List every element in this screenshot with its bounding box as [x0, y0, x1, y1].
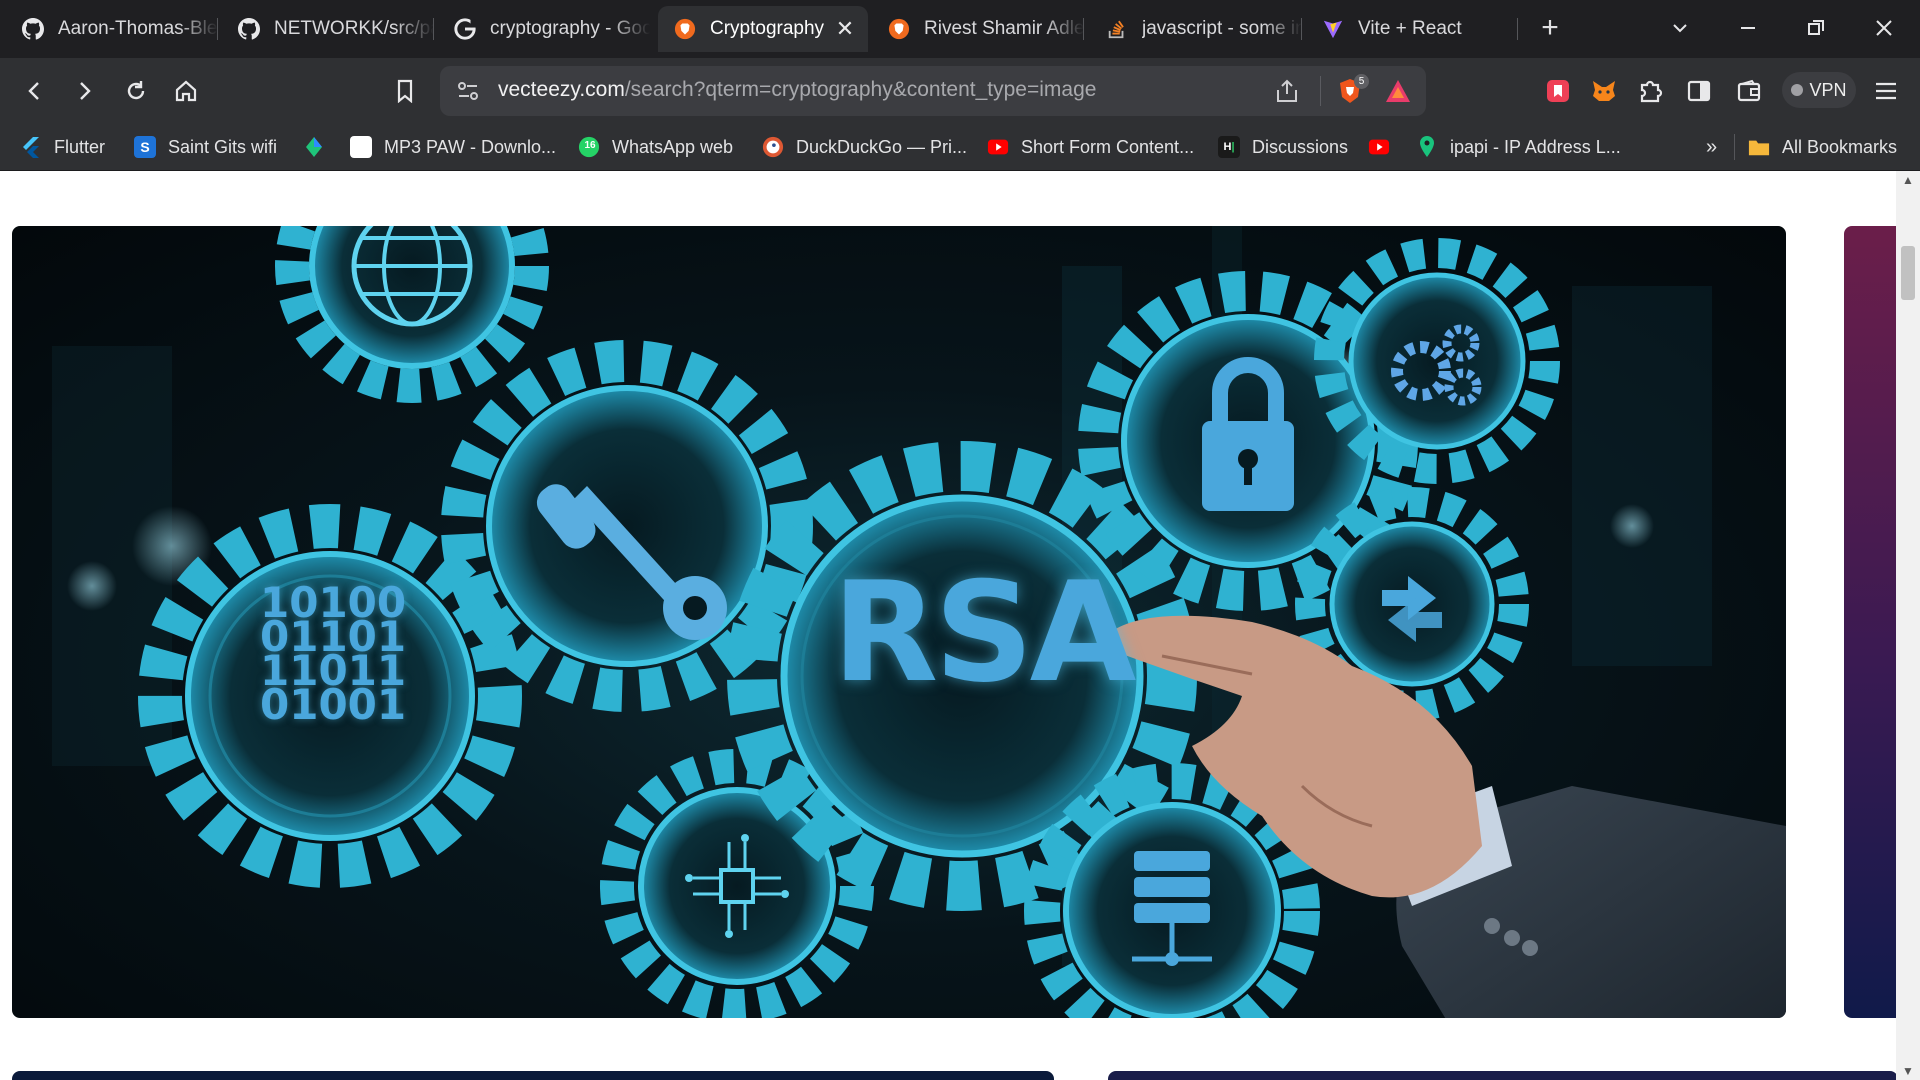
bookmark-mp3-paw[interactable]: MP3 PAW - Downlo... — [350, 133, 556, 161]
github-icon — [22, 18, 44, 40]
browser-toolbar: vecteezy.com/search?qterm=cryptography&c… — [0, 58, 1920, 124]
bookmark-label: DuckDuckGo — Pri... — [796, 136, 968, 157]
sidebar-icon[interactable] — [1681, 73, 1717, 109]
diamond-icon — [303, 136, 325, 158]
tab-vite-react[interactable]: Vite + React — [1306, 6, 1518, 52]
reload-icon[interactable] — [118, 73, 154, 109]
bookmark-short-form-content[interactable]: Short Form Content... — [987, 133, 1194, 161]
tab-title: Cryptography — [710, 18, 825, 39]
page-scrollbar[interactable]: ▲ ▼ — [1896, 171, 1920, 1080]
result-image-row-2-left[interactable] — [12, 1071, 1054, 1080]
map-pin-icon — [1416, 136, 1438, 158]
close-window-icon[interactable] — [1864, 12, 1904, 44]
url-path: /search?qterm=cryptography&content_type=… — [624, 78, 1097, 101]
address-bar[interactable]: vecteezy.com/search?qterm=cryptography&c… — [440, 66, 1426, 116]
tab-rivest-shamir[interactable]: Rivest Shamir Adleman — [872, 6, 1084, 52]
tab-title: Vite + React — [1358, 18, 1462, 39]
tab-cryptography-google[interactable]: cryptography - Google Search — [438, 6, 650, 52]
extensions-icon[interactable] — [1632, 73, 1668, 109]
bookmark-youtube[interactable] — [1368, 133, 1402, 161]
bookmark-saint-gits-wifi[interactable]: S Saint Gits wifi — [134, 133, 277, 161]
all-bookmarks-button[interactable]: All Bookmarks — [1748, 133, 1897, 161]
metamask-icon[interactable] — [1586, 73, 1622, 109]
tab-cryptography-active[interactable]: Cryptography ✕ — [658, 6, 868, 52]
vpn-button[interactable]: VPN — [1782, 72, 1856, 108]
all-bookmarks-label: All Bookmarks — [1782, 136, 1898, 157]
flutter-icon — [20, 136, 42, 158]
bookmark-label: Short Form Content... — [1021, 136, 1195, 157]
pocket-extension-icon[interactable] — [1540, 73, 1576, 109]
tab-strip: Aaron-Thomas-Blessen NETWORKK/src/pages … — [0, 0, 1920, 58]
bookmark-green-diamond[interactable] — [303, 133, 337, 161]
youtube-icon — [1368, 136, 1390, 158]
share-icon[interactable] — [1274, 78, 1300, 109]
brave-shields-icon[interactable]: 5 — [1335, 74, 1369, 108]
bookmark-label: Flutter — [54, 136, 106, 157]
whatsapp-badge: 16 — [584, 140, 596, 151]
bookmark-ipapi[interactable]: ipapi - IP Address L... — [1416, 133, 1621, 161]
bookmark-label: WhatsApp web — [612, 136, 734, 157]
result-image-row-2-right[interactable] — [1108, 1071, 1896, 1080]
bookmark-icon[interactable] — [387, 73, 423, 109]
next-result-image[interactable] — [1844, 226, 1896, 1018]
brave-rewards-icon[interactable] — [1384, 78, 1412, 109]
tab-aaron-thomas[interactable]: Aaron-Thomas-Blessen — [6, 6, 218, 52]
whatsapp-icon: 16 — [578, 136, 600, 158]
page-content: RSA 10100 01101 11011 01001 — [0, 171, 1896, 1080]
stackoverflow-icon — [1106, 18, 1128, 40]
rsa-image-text: RSA — [832, 552, 1136, 713]
site-settings-icon[interactable] — [456, 79, 480, 108]
youtube-icon — [987, 136, 1009, 158]
scroll-down-icon[interactable]: ▼ — [1896, 1062, 1920, 1080]
binary-line: 01001 — [260, 680, 407, 729]
restore-icon[interactable] — [1796, 12, 1836, 44]
tab-networkk[interactable]: NETWORKK/src/pages — [222, 6, 434, 52]
bookmark-label: Discussions — [1252, 136, 1349, 157]
home-icon[interactable] — [168, 73, 204, 109]
google-icon — [454, 18, 476, 40]
url-text[interactable]: vecteezy.com/search?qterm=cryptography&c… — [498, 78, 1096, 102]
vite-icon — [1322, 18, 1344, 40]
forward-icon[interactable] — [66, 73, 102, 109]
bookmarks-overflow-button[interactable]: » — [1706, 133, 1717, 161]
bookmark-whatsapp-web[interactable]: 16 WhatsApp web — [578, 133, 733, 161]
vpn-label: VPN — [1809, 79, 1847, 100]
bookmark-label: Saint Gits wifi — [168, 136, 278, 157]
brave-icon — [674, 18, 696, 40]
url-domain: vecteezy.com — [498, 78, 625, 101]
saint-gits-icon: S — [134, 136, 156, 158]
scrollbar-thumb[interactable] — [1901, 246, 1915, 300]
vpn-status-icon — [1791, 84, 1804, 96]
menu-icon[interactable] — [1868, 73, 1904, 109]
bookmark-duckduckgo[interactable]: DuckDuckGo — Pri... — [762, 133, 967, 161]
wallet-icon[interactable] — [1731, 73, 1767, 109]
bookmark-label: MP3 PAW - Downlo... — [384, 136, 557, 157]
tab-javascript[interactable]: javascript - some input — [1090, 6, 1302, 52]
discussions-icon: H | — [1218, 136, 1240, 158]
mp3-paw-icon — [350, 136, 372, 158]
tab-search-chevron-icon[interactable] — [1660, 12, 1700, 44]
minimize-icon[interactable] — [1728, 12, 1768, 44]
overflow-chevron-icon: » — [1706, 135, 1718, 158]
back-icon[interactable] — [17, 73, 53, 109]
github-icon — [238, 18, 260, 40]
brave-icon — [888, 18, 910, 40]
duckduckgo-icon — [762, 136, 784, 158]
folder-icon — [1748, 136, 1770, 158]
bookmark-discussions[interactable]: H | Discussions — [1218, 133, 1348, 161]
rsa-stock-image[interactable]: RSA 10100 01101 11011 01001 — [12, 226, 1786, 1018]
new-tab-icon[interactable]: + — [1534, 12, 1566, 44]
binary-image-text: 10100 01101 11011 01001 — [260, 582, 407, 729]
bookmark-flutter[interactable]: Flutter — [20, 133, 105, 161]
bookmarks-bar: Flutter S Saint Gits wifi MP3 PAW - Down… — [0, 124, 1920, 171]
bookmark-label: ipapi - IP Address L... — [1450, 136, 1621, 157]
scroll-up-icon[interactable]: ▲ — [1896, 171, 1920, 189]
shields-count-badge: 5 — [1354, 74, 1369, 89]
close-tab-icon[interactable]: ✕ — [834, 18, 856, 40]
